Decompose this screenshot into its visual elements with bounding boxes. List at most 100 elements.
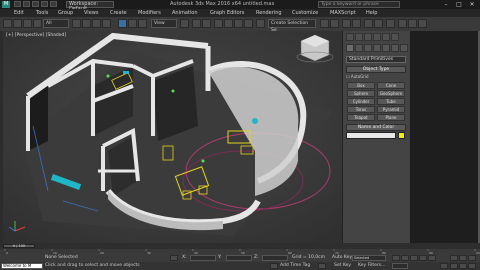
menu-views[interactable]: Views bbox=[84, 9, 98, 17]
snaps-toggle-icon[interactable] bbox=[214, 19, 223, 28]
minimize-icon[interactable]: – bbox=[440, 0, 452, 9]
menu-customize[interactable]: Customize bbox=[292, 9, 318, 17]
maximize-viewport-icon[interactable] bbox=[468, 263, 476, 269]
app-logo-icon[interactable]: M bbox=[2, 1, 10, 8]
key-mode-dropdown[interactable]: Selected bbox=[352, 255, 386, 261]
pan-view-icon[interactable] bbox=[450, 263, 458, 269]
menu-maxscript[interactable]: MAXScript bbox=[330, 9, 356, 17]
geosphere-button[interactable]: GeoSphere bbox=[377, 90, 405, 97]
cameras-category-icon[interactable] bbox=[373, 44, 381, 52]
undo-toolbar-icon[interactable] bbox=[3, 19, 12, 28]
graphite-ribbon-icon[interactable] bbox=[352, 19, 361, 28]
motion-tab-icon[interactable] bbox=[373, 33, 381, 41]
plane-button[interactable]: Plane bbox=[377, 114, 405, 121]
redo-toolbar-icon[interactable] bbox=[13, 19, 22, 28]
material-editor-icon[interactable] bbox=[386, 19, 395, 28]
redo-icon[interactable] bbox=[50, 1, 57, 7]
keyboard-shortcut-icon[interactable] bbox=[202, 19, 211, 28]
pyramid-button[interactable]: Pyramid bbox=[377, 106, 405, 113]
name-and-color-rollout-header[interactable]: Name and Color bbox=[346, 124, 406, 131]
box-button[interactable]: Box bbox=[347, 82, 375, 89]
close-icon[interactable]: ✕ bbox=[466, 0, 478, 9]
key-filters-button[interactable]: Key Filters... bbox=[358, 263, 385, 268]
reference-coordinate-dropdown[interactable]: View bbox=[151, 19, 177, 28]
select-and-scale-icon[interactable] bbox=[138, 19, 147, 28]
perspective-viewport[interactable] bbox=[3, 31, 342, 243]
angle-snap-icon[interactable] bbox=[224, 19, 233, 28]
select-by-name-icon[interactable] bbox=[82, 19, 91, 28]
add-time-tag-icon[interactable] bbox=[270, 263, 278, 269]
time-configuration-icon[interactable] bbox=[440, 263, 448, 269]
primitive-category-dropdown[interactable]: Standard Primitives bbox=[346, 56, 406, 63]
geometry-category-icon[interactable] bbox=[346, 44, 354, 52]
object-color-swatch[interactable] bbox=[398, 132, 405, 139]
link-icon[interactable] bbox=[23, 19, 32, 28]
selection-region-icon[interactable] bbox=[92, 19, 101, 28]
pivot-center-icon[interactable] bbox=[180, 19, 189, 28]
new-file-icon[interactable] bbox=[14, 1, 21, 7]
open-file-icon[interactable] bbox=[23, 1, 30, 7]
object-name-field[interactable] bbox=[346, 132, 396, 139]
next-frame-icon[interactable] bbox=[419, 255, 427, 261]
undo-icon[interactable] bbox=[41, 1, 48, 7]
mirror-icon[interactable] bbox=[320, 19, 329, 28]
torus-button[interactable]: Torus bbox=[347, 106, 375, 113]
menu-modifiers[interactable]: Modifiers bbox=[138, 9, 161, 17]
select-and-rotate-icon[interactable] bbox=[128, 19, 137, 28]
zoom-all-icon[interactable] bbox=[459, 255, 467, 261]
zoom-icon[interactable] bbox=[450, 255, 458, 261]
helpers-category-icon[interactable] bbox=[382, 44, 390, 52]
menu-edit[interactable]: Edit bbox=[14, 9, 24, 17]
play-icon[interactable] bbox=[410, 255, 418, 261]
menu-tools[interactable]: Tools bbox=[36, 9, 48, 17]
curve-editor-icon[interactable] bbox=[364, 19, 373, 28]
cone-button[interactable]: Cone bbox=[377, 82, 405, 89]
edit-named-selection-icon[interactable] bbox=[256, 19, 265, 28]
align-icon[interactable] bbox=[330, 19, 339, 28]
object-type-rollout-header[interactable]: Object Type bbox=[346, 66, 406, 73]
go-to-start-icon[interactable] bbox=[392, 255, 400, 261]
spinner-snap-icon[interactable] bbox=[244, 19, 253, 28]
teapot-button[interactable]: Teapot bbox=[347, 114, 375, 121]
window-crossing-icon[interactable] bbox=[102, 19, 111, 28]
orbit-icon[interactable] bbox=[459, 263, 467, 269]
menu-graph-editors[interactable]: Graph Editors bbox=[210, 9, 244, 17]
systems-category-icon[interactable] bbox=[400, 44, 408, 52]
time-slider[interactable]: 0 / 100 bbox=[3, 244, 35, 248]
menu-help[interactable]: Help bbox=[366, 9, 377, 17]
schematic-view-icon[interactable] bbox=[374, 19, 383, 28]
named-selection-sets-dropdown[interactable]: Create Selection Se bbox=[268, 19, 316, 33]
render-production-icon[interactable] bbox=[418, 19, 427, 28]
spacewarps-category-icon[interactable] bbox=[391, 44, 399, 52]
set-key-icon[interactable] bbox=[318, 263, 326, 269]
x-coordinate-field[interactable] bbox=[190, 255, 216, 261]
workspace-dropdown[interactable]: Workspace: Default bbox=[66, 1, 114, 12]
display-tab-icon[interactable] bbox=[382, 33, 390, 41]
maximize-icon[interactable]: □ bbox=[453, 0, 465, 9]
zoom-extents-icon[interactable] bbox=[468, 255, 476, 261]
utilities-tab-icon[interactable] bbox=[391, 33, 399, 41]
go-to-end-icon[interactable] bbox=[428, 255, 436, 261]
rendered-frame-window-icon[interactable] bbox=[408, 19, 417, 28]
create-tab-icon[interactable] bbox=[346, 33, 354, 41]
menu-animation[interactable]: Animation bbox=[172, 9, 198, 17]
lights-category-icon[interactable] bbox=[364, 44, 372, 52]
set-key-button[interactable]: Set Key bbox=[334, 263, 351, 268]
auto-key-button[interactable]: Auto Key bbox=[332, 255, 352, 260]
menu-rendering[interactable]: Rendering bbox=[256, 9, 282, 17]
previous-frame-icon[interactable] bbox=[401, 255, 409, 261]
layer-manager-icon[interactable] bbox=[342, 19, 351, 28]
add-time-tag[interactable]: Add Time Tag bbox=[280, 263, 310, 268]
menu-group[interactable]: Group bbox=[58, 9, 73, 17]
search-input[interactable]: Type a keyword or phrase bbox=[318, 1, 400, 8]
render-setup-icon[interactable] bbox=[398, 19, 407, 28]
viewport-label[interactable]: [+] [Perspective] [Shaded] bbox=[6, 33, 66, 38]
menu-create[interactable]: Create bbox=[110, 9, 127, 17]
unlink-icon[interactable] bbox=[33, 19, 42, 28]
save-file-icon[interactable] bbox=[32, 1, 39, 7]
autogrid-checkbox[interactable]: ☐ AutoGrid bbox=[346, 74, 369, 79]
z-coordinate-field[interactable] bbox=[262, 255, 288, 261]
current-frame-field[interactable] bbox=[392, 263, 408, 269]
tube-button[interactable]: Tube bbox=[377, 98, 405, 105]
select-and-move-icon[interactable] bbox=[118, 19, 127, 28]
